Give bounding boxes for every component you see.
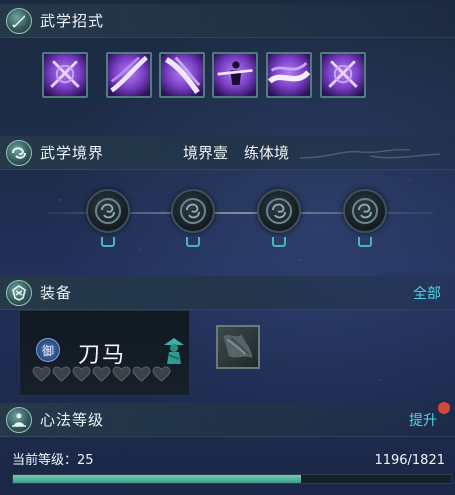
skills-title: 武学招式: [40, 12, 105, 30]
equipment-header: 装备 全部: [0, 276, 455, 310]
current-level-label: 当前等级：25: [12, 453, 94, 468]
meditation-icon: [6, 406, 32, 433]
realm-title: 武学境界: [40, 144, 105, 162]
locked-swirl-icon: [266, 198, 292, 224]
realm-node-3[interactable]: [257, 189, 301, 233]
locked-swirl-icon: [95, 198, 121, 224]
level-progress-bar: [12, 474, 452, 484]
heart-icon: [32, 366, 51, 382]
crossed-blades-icon: [44, 54, 86, 96]
locked-swirl-icon: [352, 198, 378, 224]
sword-icon: [6, 7, 32, 34]
equip-hearts: [32, 366, 171, 383]
equip-name: 刀马: [78, 343, 127, 368]
skill-slot-1[interactable]: [42, 52, 88, 98]
skill-slot-4[interactable]: [212, 52, 258, 98]
notify-dot: [438, 402, 450, 414]
skill-slot-2[interactable]: [106, 52, 152, 98]
equip-slot-armor[interactable]: [216, 325, 260, 369]
swirl-icon: [6, 139, 32, 166]
realm-node-marker: [358, 237, 372, 247]
locked-swirl-icon: [180, 198, 206, 224]
skill-slot-6[interactable]: [320, 52, 366, 98]
mind-header: 心法等级 提升: [0, 403, 455, 437]
realm-node-2[interactable]: [171, 189, 215, 233]
heart-icon: [52, 366, 71, 382]
skills-header: 武学招式: [0, 4, 455, 38]
wave-slash-icon: [268, 54, 310, 96]
heart-icon: [72, 366, 91, 382]
realm-node-4[interactable]: [343, 189, 387, 233]
equipment-title: 装备: [40, 284, 73, 302]
slash-icon: [108, 54, 150, 96]
equip-badge: 御: [36, 338, 60, 362]
realm-node-1[interactable]: [86, 189, 130, 233]
skill-slot-3[interactable]: [159, 52, 205, 98]
shield-icon: [6, 279, 32, 306]
equip-card[interactable]: 御 刀马: [19, 310, 190, 396]
level-progress-count: 1196/1821: [374, 453, 445, 468]
equipment-all-link[interactable]: 全部: [413, 283, 441, 303]
heart-icon: [132, 366, 151, 382]
mind-title: 心法等级: [40, 411, 105, 429]
realm-level: 境界壹: [183, 144, 229, 162]
crossed-blades-icon: [322, 54, 364, 96]
cloud-ornament-icon: [300, 148, 440, 159]
heart-icon: [92, 366, 111, 382]
mind-upgrade-link[interactable]: 提升: [409, 410, 437, 430]
realm-node-marker: [186, 237, 200, 247]
skill-slot-5[interactable]: [266, 52, 312, 98]
cloth-armor-icon: [223, 334, 253, 358]
warrior-strike-icon: [214, 54, 256, 96]
level-progress-fill: [13, 475, 301, 483]
heart-icon: [112, 366, 131, 382]
realm-node-marker: [272, 237, 286, 247]
realm-name: 练体境: [244, 144, 290, 162]
realm-header: 武学境界 境界壹 练体境: [0, 136, 455, 170]
sweep-icon: [161, 54, 203, 96]
realm-node-marker: [101, 237, 115, 247]
heart-icon: [152, 366, 171, 382]
hatted-rider-icon: [164, 338, 184, 364]
